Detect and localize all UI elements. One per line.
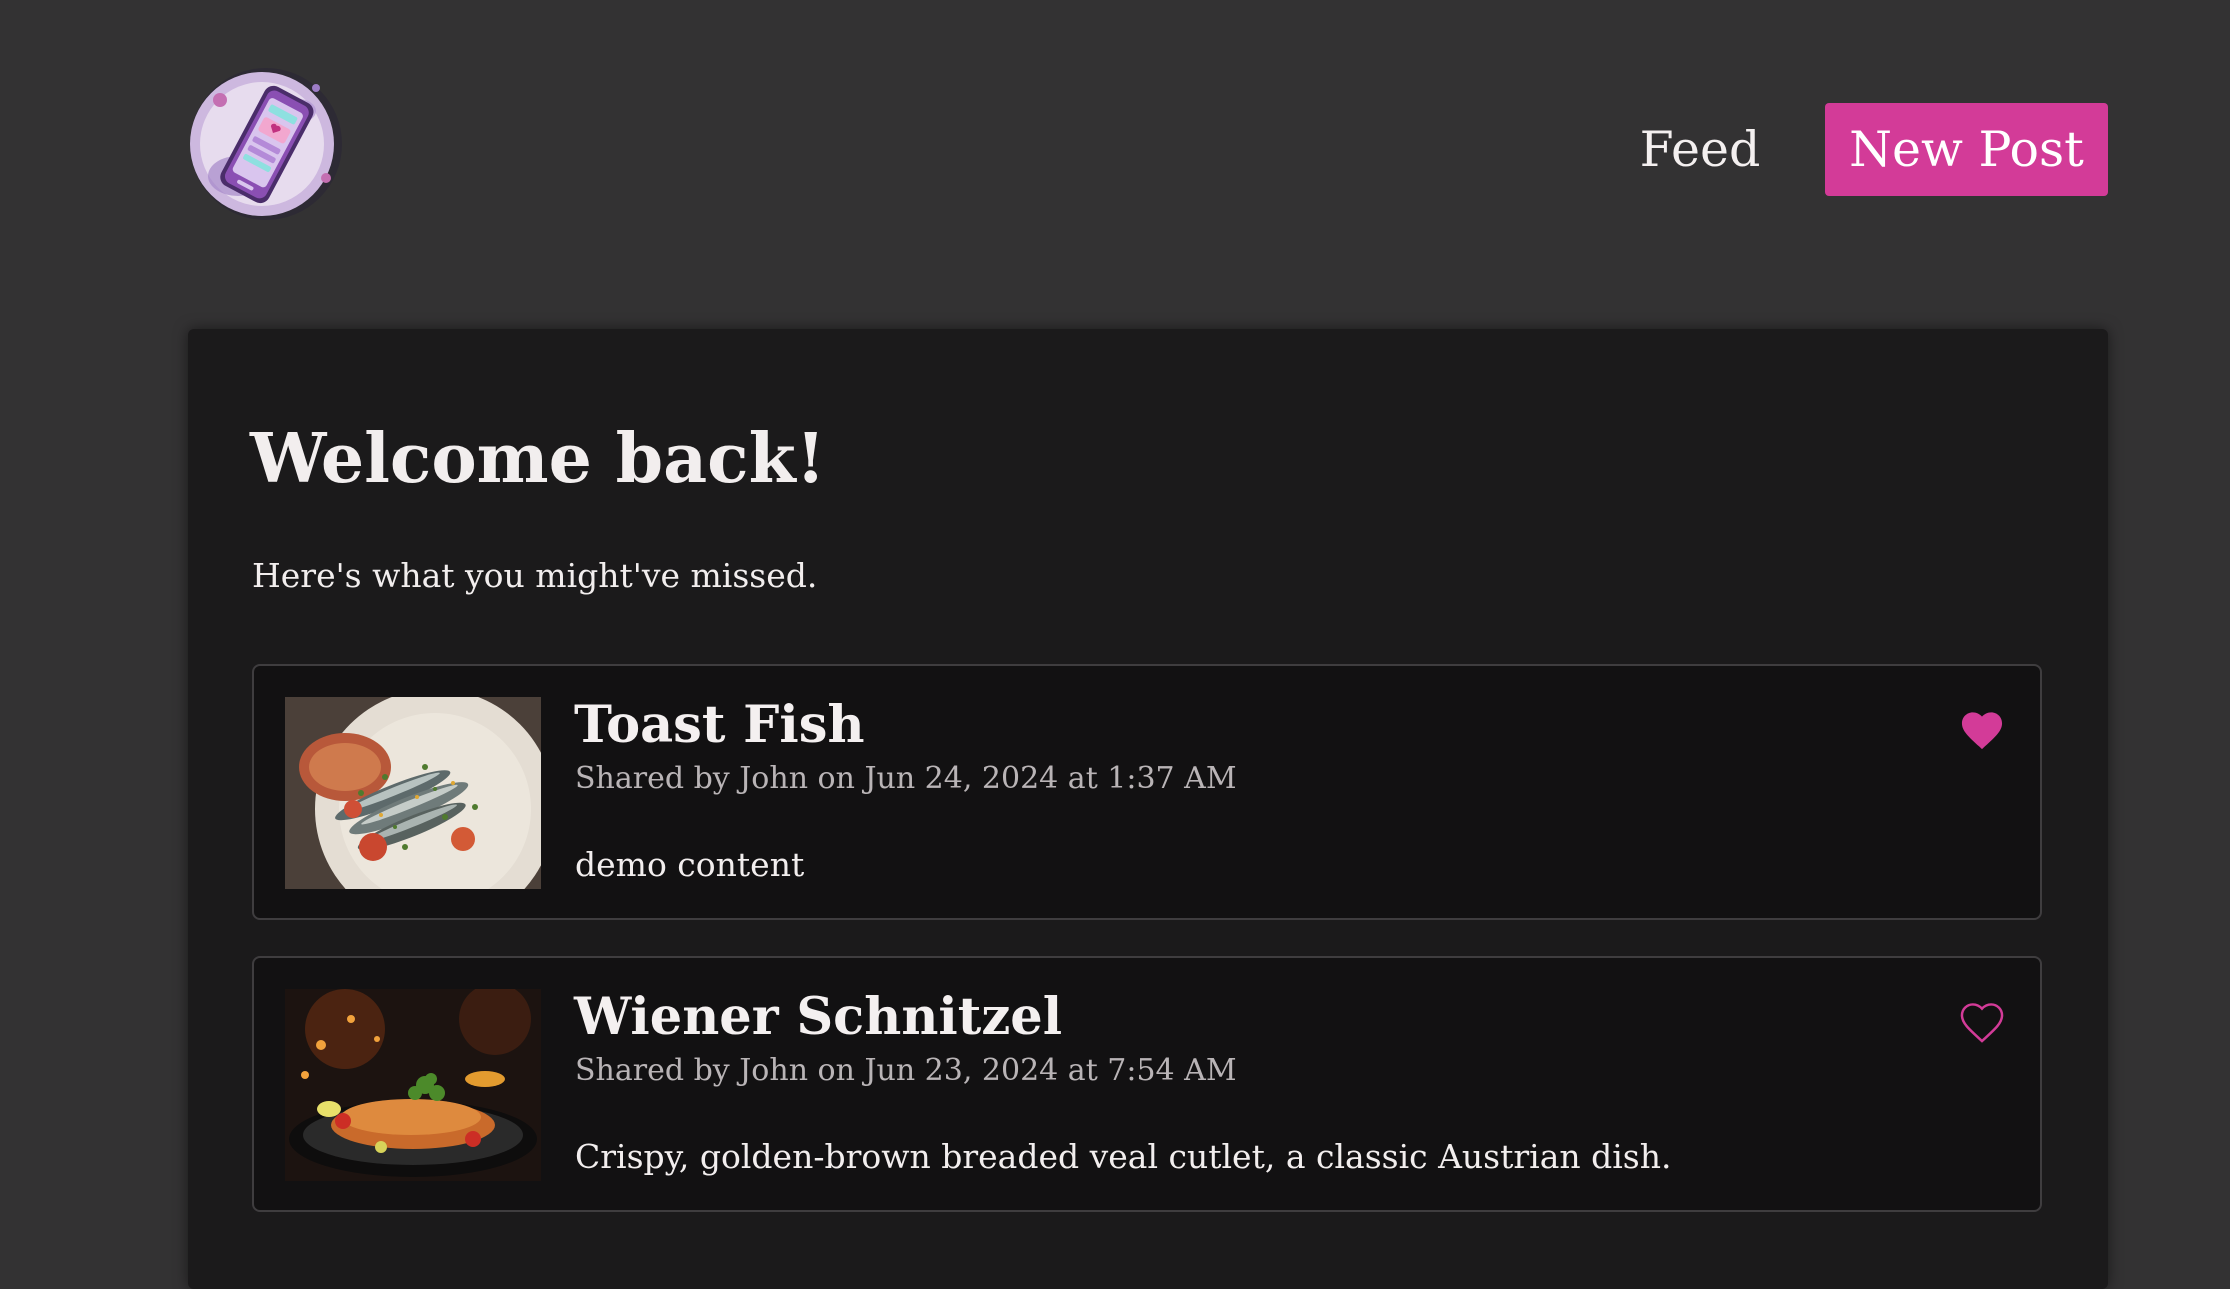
like-button[interactable] — [1954, 994, 2010, 1050]
post-card[interactable]: Wiener Schnitzel Shared by John on Jun 2… — [252, 956, 2042, 1212]
post-thumbnail — [285, 989, 541, 1181]
heart-filled-icon — [1961, 712, 2003, 750]
post-card[interactable]: Toast Fish Shared by John on Jun 24, 202… — [252, 664, 2042, 920]
post-title[interactable]: Toast Fish — [574, 700, 865, 751]
heart-outline-icon — [1960, 1003, 2004, 1043]
feed-panel: Welcome back! Here's what you might've m… — [188, 329, 2108, 1289]
post-meta: Shared by John on Jun 24, 2024 at 1:37 A… — [575, 761, 1237, 796]
post-thumbnail — [285, 697, 541, 889]
post-body: demo content — [575, 845, 805, 884]
new-post-button[interactable]: New Post — [1825, 103, 2108, 196]
page-subtitle: Here's what you might've missed. — [252, 556, 818, 595]
post-body: Crispy, golden-brown breaded veal cutlet… — [575, 1137, 1672, 1176]
post-meta: Shared by John on Jun 23, 2024 at 7:54 A… — [575, 1053, 1237, 1088]
post-title[interactable]: Wiener Schnitzel — [574, 992, 1062, 1043]
like-button[interactable] — [1954, 702, 2010, 758]
top-navbar: Feed New Post — [0, 0, 2230, 300]
nav-link-feed[interactable]: Feed — [1620, 103, 1780, 195]
app-logo-icon[interactable] — [188, 66, 344, 222]
page-title: Welcome back! — [250, 419, 826, 499]
